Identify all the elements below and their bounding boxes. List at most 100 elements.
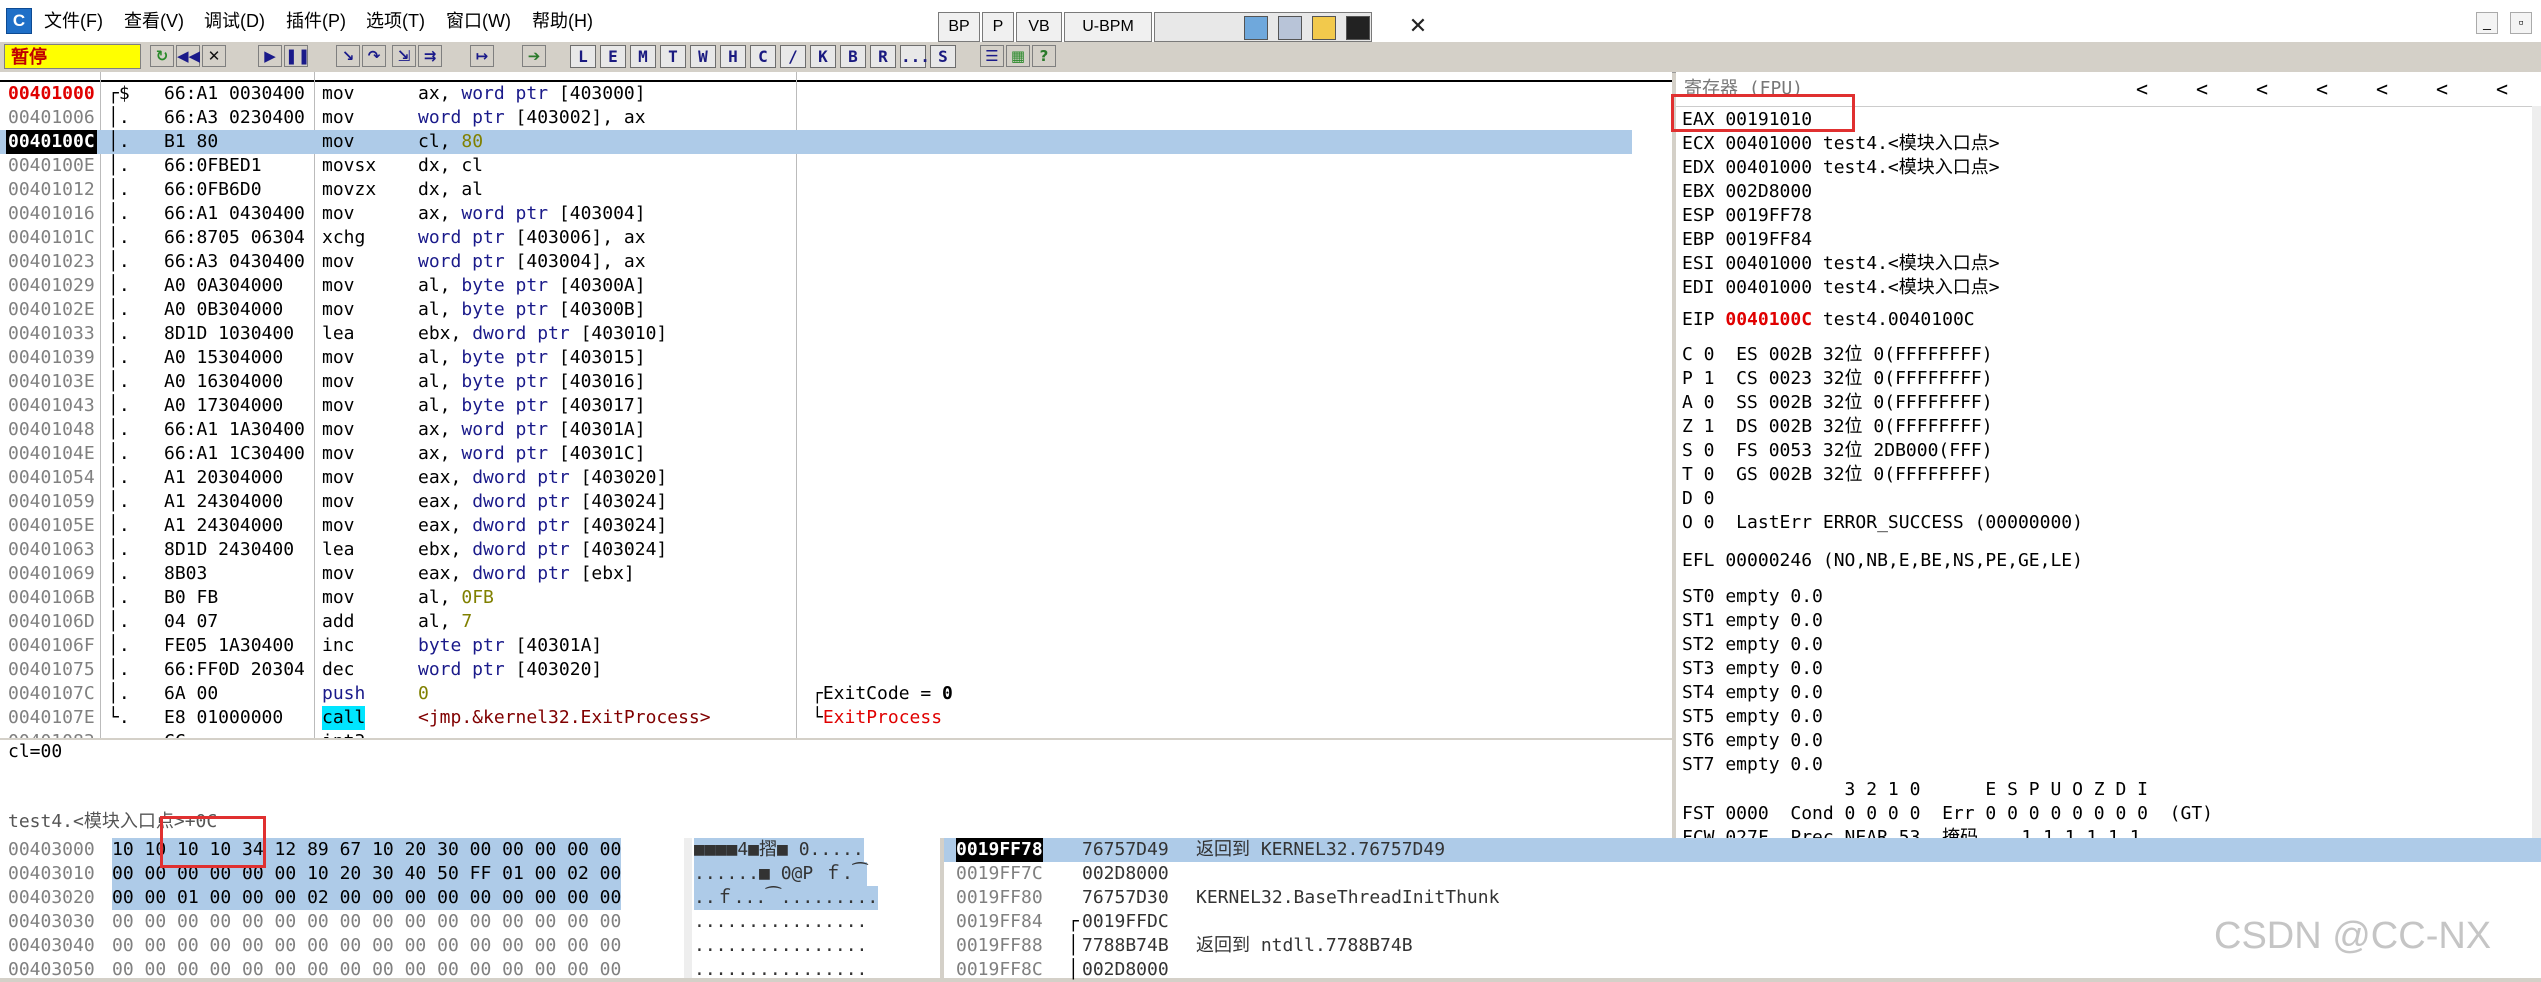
nav-arrow-button[interactable]: <	[2136, 76, 2148, 102]
flag-row[interactable]: O 0 LastErr ERROR_SUCCESS (00000000)	[1682, 511, 2083, 535]
flag-row[interactable]: D 0	[1682, 487, 1715, 511]
dump-row[interactable]: 00403030 00 00 00 00 00 00 00 00 00 00 00…	[0, 910, 940, 934]
fpu-register-row[interactable]: ST1 empty 0.0	[1682, 609, 1823, 633]
nav-arrow-button[interactable]: <	[2436, 76, 2448, 102]
rewind-icon[interactable]: ◀◀	[176, 45, 200, 67]
list-icon[interactable]: ☰	[980, 45, 1004, 67]
execute-till-return-icon[interactable]: ↦	[470, 45, 494, 67]
p-button[interactable]: P	[982, 12, 1014, 42]
register-efl[interactable]: EFL 00000246 (NO,NB,E,BE,NS,PE,GE,LE)	[1682, 549, 2083, 573]
disasm-row[interactable]: 00401033 │. 8D1D 1030400 lea ebx, dword ptr …	[0, 322, 1632, 346]
disasm-row[interactable]: 0040104E │. 66:A1 1C30400 mov ax, word ptr […	[0, 442, 1632, 466]
disasm-row[interactable]: 00401029 │. A0 0A304000 mov al, byte ptr [40…	[0, 274, 1632, 298]
step-into-icon[interactable]: ↘	[336, 45, 360, 67]
ubpm-button[interactable]: U-BPM	[1064, 12, 1152, 42]
step-over-icon[interactable]: ↷	[362, 45, 386, 67]
trace-into-icon[interactable]: ⇲	[392, 45, 416, 67]
restore-button[interactable]: ▫	[2510, 12, 2532, 34]
disassembly-pane[interactable]: 00401000 ┌$ 66:A1 0030400 mov ax, word ptr […	[0, 72, 1672, 738]
menu-options[interactable]: 选项(T)	[366, 9, 425, 33]
fpu-register-row[interactable]: ST0 empty 0.0	[1682, 585, 1823, 609]
disasm-row[interactable]: 00401069 │. 8B03 mov eax, dword ptr [ebx]	[0, 562, 1632, 586]
menu-debug[interactable]: 调试(D)	[204, 9, 265, 33]
minimize-button[interactable]: _	[2476, 12, 2498, 34]
register-row[interactable]: EDX 00401000 test4.<模块入口点>	[1682, 156, 2000, 180]
grid-icon[interactable]: ▦	[1006, 45, 1030, 67]
nav-arrow-button[interactable]: <	[2256, 76, 2268, 102]
close-icon[interactable]: ✕	[1406, 14, 1430, 38]
fpu-status-word[interactable]: FST 0000 Cond 0 0 0 0 Err 0 0 0 0 0 0 0 …	[1682, 802, 2213, 826]
console-icon[interactable]	[1346, 16, 1370, 40]
disasm-row[interactable]: 00401023 │. 66:A3 0430400 mov word ptr [4030…	[0, 250, 1632, 274]
disasm-row[interactable]: 00401063 │. 8D1D 2430400 lea ebx, dword ptr …	[0, 538, 1632, 562]
references-button[interactable]: R	[870, 45, 896, 68]
register-row[interactable]: EBX 002D8000	[1682, 180, 1812, 204]
fpu-register-row[interactable]: ST2 empty 0.0	[1682, 633, 1823, 657]
dump-row[interactable]: 00403040 00 00 00 00 00 00 00 00 00 00 00…	[0, 934, 940, 958]
disasm-row[interactable]: 00401012 │. 66:0FB6D0 movzx dx, al	[0, 178, 1632, 202]
flag-row[interactable]: Z 1 DS 002B 32位 0(FFFFFFFF)	[1682, 415, 1993, 439]
flag-row[interactable]: T 0 GS 002B 32位 0(FFFFFFFF)	[1682, 463, 1993, 487]
disasm-row[interactable]: 00401054 │. A1 20304000 mov eax, dword ptr […	[0, 466, 1632, 490]
disasm-row[interactable]: 00401039 │. A0 15304000 mov al, byte ptr [40…	[0, 346, 1632, 370]
menu-window[interactable]: 窗口(W)	[446, 9, 511, 33]
nav-arrow-button[interactable]: <	[2196, 76, 2208, 102]
dump-row[interactable]: 00403050 00 00 00 00 00 00 00 00 00 00 00…	[0, 958, 940, 982]
scrollbar[interactable]	[2532, 106, 2541, 838]
memory-button[interactable]: M	[630, 45, 656, 68]
disasm-row[interactable]: 0040103E │. A0 16304000 mov al, byte ptr [40…	[0, 370, 1632, 394]
disasm-row[interactable]: 0040107C │. 6A 00 push 0 ┌ExitCode = 0	[0, 682, 1632, 706]
breakpoints-button[interactable]: B	[840, 45, 866, 68]
threads-button[interactable]: T	[660, 45, 686, 68]
dump-row[interactable]: 00403000 10 10 10 10 34 12 89 67 10 20 30…	[0, 838, 940, 862]
disasm-row[interactable]: 00401048 │. 66:A1 1A30400 mov ax, word ptr […	[0, 418, 1632, 442]
disasm-row[interactable]: 0040102E │. A0 0B304000 mov al, byte ptr [40…	[0, 298, 1632, 322]
folder-icon[interactable]	[1312, 16, 1336, 40]
fpu-register-row[interactable]: ST6 empty 0.0	[1682, 729, 1823, 753]
register-row[interactable]: ESP 0019FF78	[1682, 204, 1812, 228]
flag-row[interactable]: P 1 CS 0023 32位 0(FFFFFFFF)	[1682, 367, 1993, 391]
open-icon[interactable]: ↻	[150, 45, 174, 67]
fpu-status-header[interactable]: 3 2 1 0 E S P U O Z D I	[1682, 778, 2148, 802]
stack-row[interactable]: 0019FF7C 002D8000	[944, 862, 2541, 886]
cpu-button[interactable]: C	[750, 45, 776, 68]
nav-arrow-button[interactable]: <	[2376, 76, 2388, 102]
disasm-row[interactable]: 0040100E │. 66:0FBED1 movsx dx, cl	[0, 154, 1632, 178]
pause-icon[interactable]: ❚❚	[284, 45, 310, 67]
register-row[interactable]: ECX 00401000 test4.<模块入口点>	[1682, 132, 2000, 156]
disasm-row[interactable]: 0040101C │. 66:8705 06304 xchg word ptr [403…	[0, 226, 1632, 250]
run-icon[interactable]: ▶	[258, 45, 282, 67]
nav-arrow-button[interactable]: <	[2316, 76, 2328, 102]
fpu-register-row[interactable]: ST4 empty 0.0	[1682, 681, 1823, 705]
stack-row[interactable]: 0019FF78 76757D49 返回到 KERNEL32.76757D49	[944, 838, 2541, 862]
windows-button[interactable]: W	[690, 45, 716, 68]
menu-plugins[interactable]: 插件(P)	[286, 9, 346, 33]
document-icon[interactable]	[1278, 16, 1302, 40]
stack-row[interactable]: 0019FF8C │ 002D8000	[944, 958, 2541, 982]
fpu-control-word[interactable]: FCW 027F Prec NEAR,53 掩码 1 1 1 1 1 1	[1682, 826, 2141, 838]
patches-button[interactable]: /	[780, 45, 806, 68]
source-button[interactable]: S	[930, 45, 956, 68]
fpu-register-row[interactable]: ST7 empty 0.0	[1682, 753, 1823, 777]
disasm-row[interactable]: 0040105E │. A1 24304000 mov eax, dword ptr […	[0, 514, 1632, 538]
disasm-row[interactable]: 00401083 CC int3	[0, 730, 1632, 738]
disasm-row[interactable]: 00401016 │. 66:A1 0430400 mov ax, word ptr […	[0, 202, 1632, 226]
modules-button[interactable]: E	[600, 45, 626, 68]
goto-icon[interactable]: ➔	[522, 45, 546, 67]
log-window-button[interactable]: L	[570, 45, 596, 68]
dump-row[interactable]: 00403010 00 00 00 00 00 00 10 20 30 40 50…	[0, 862, 940, 886]
trace-over-icon[interactable]: ⇉	[418, 45, 442, 67]
stack-row[interactable]: 0019FF80 76757D30 KERNEL32.BaseThreadInitT…	[944, 886, 2541, 910]
menu-view[interactable]: 查看(V)	[124, 9, 184, 33]
menu-help[interactable]: 帮助(H)	[532, 9, 593, 33]
register-row[interactable]: ESI 00401000 test4.<模块入口点>	[1682, 252, 2000, 276]
fpu-register-row[interactable]: ST3 empty 0.0	[1682, 657, 1823, 681]
flag-row[interactable]: A 0 SS 002B 32位 0(FFFFFFFF)	[1682, 391, 1993, 415]
nav-arrow-button[interactable]: <	[2496, 76, 2508, 102]
register-eip[interactable]: EIP 0040100C test4.0040100C	[1682, 308, 1975, 332]
close-debuggee-icon[interactable]: ✕	[202, 45, 226, 67]
handles-button[interactable]: H	[720, 45, 746, 68]
register-row[interactable]: EDI 00401000 test4.<模块入口点>	[1682, 276, 2000, 300]
disasm-row[interactable]: 0040107E └. E8 01000000 call <jmp.&kernel32.…	[0, 706, 1632, 730]
disasm-row[interactable]: 00401006 │. 66:A3 0230400 mov word ptr [4030…	[0, 106, 1632, 130]
